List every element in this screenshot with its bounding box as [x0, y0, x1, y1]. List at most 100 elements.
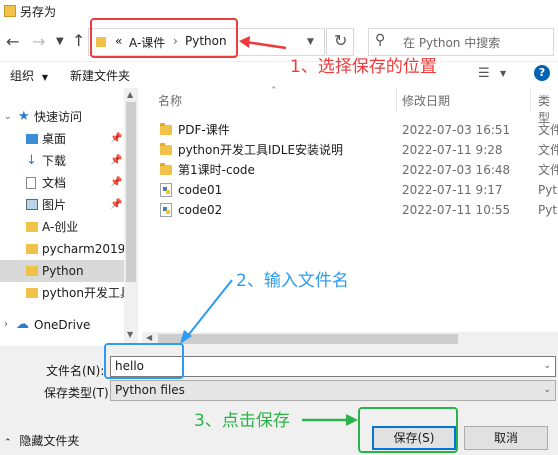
file-type: 文件: [538, 143, 558, 157]
scroll-up-icon[interactable]: ▲: [127, 90, 133, 99]
sidebar-item-python[interactable]: Python: [0, 260, 124, 282]
hide-folders-label: 隐藏文件夹: [19, 434, 80, 448]
column-divider[interactable]: [530, 88, 531, 112]
file-row[interactable]: 第1课时-code 2022-07-03 16:48 文件: [146, 160, 558, 180]
file-modified: 2022-07-11 9:28: [402, 143, 503, 157]
file-row[interactable]: PDF-课件 2022-07-03 16:51 文件: [146, 120, 558, 140]
folder-icon: [26, 288, 38, 298]
file-modified: 2022-07-11 9:17: [402, 183, 503, 197]
annotation-box-filename: [104, 343, 184, 379]
filename-dropdown-icon[interactable]: ⌄: [543, 357, 551, 376]
folder-icon: [26, 266, 38, 276]
window-title: 另存为: [20, 5, 57, 19]
folder-icon: [26, 244, 38, 254]
star-icon: ★: [18, 109, 30, 124]
sidebar-item-label: 文档: [42, 176, 67, 190]
file-name: PDF-课件: [178, 123, 230, 137]
column-divider[interactable]: [396, 88, 397, 112]
sidebar-item-label: 桌面: [42, 132, 67, 146]
chevron-right-icon: ›: [4, 319, 8, 330]
chevron-down-icon: ▼: [41, 73, 48, 82]
sidebar-item-python-tools[interactable]: python开发工具: [0, 282, 124, 304]
annotation-step2: 2、输入文件名: [236, 271, 349, 291]
annotation-arrow-location: [239, 36, 287, 50]
document-icon: [26, 177, 36, 189]
annotation-step3: 3、点击保存: [194, 411, 290, 431]
download-icon: ↓: [26, 153, 37, 168]
picture-icon: [26, 199, 38, 210]
filetype-dropdown-icon[interactable]: ⌄: [543, 381, 551, 400]
up-arrow-icon[interactable]: ↑: [72, 33, 85, 49]
scroll-left-icon[interactable]: ◀: [146, 333, 152, 342]
sidebar-quick-access[interactable]: ⌄ ★ 快速访问: [0, 106, 124, 128]
save-form: 文件名(N): hello ⌄ 保存类型(T): Python files ⌄ …: [0, 346, 558, 455]
sidebar-scrollbar[interactable]: ▲ ▼: [124, 88, 138, 343]
refresh-icon: ↻: [334, 31, 348, 50]
search-icon: ⚲: [375, 32, 386, 48]
annotation-box-save: [358, 407, 458, 453]
back-arrow-icon[interactable]: ←: [6, 34, 19, 50]
folder-icon: [160, 163, 172, 175]
cancel-button[interactable]: 取消: [464, 426, 548, 450]
folder-icon: [160, 123, 172, 135]
pin-icon[interactable]: 📌: [110, 128, 122, 150]
python-file-icon: [160, 183, 172, 197]
command-bar: 组织 ▼ 新建文件夹 ☰ ▼ ?: [0, 62, 558, 88]
sidebar-item-documents[interactable]: 文档 📌: [0, 172, 124, 194]
filetype-value: Python files: [115, 383, 185, 397]
folder-icon: [26, 222, 38, 232]
file-name: code01: [178, 183, 223, 197]
sidebar-item-pictures[interactable]: 图片 📌: [0, 194, 124, 216]
file-name: code02: [178, 203, 223, 217]
search-placeholder: 在 Python 中搜索: [403, 36, 501, 50]
file-type: Pyth: [538, 183, 558, 197]
scroll-thumb[interactable]: [126, 102, 136, 282]
sidebar-item-label: 下载: [42, 154, 67, 168]
view-chevron-icon[interactable]: ▼: [500, 69, 506, 78]
file-type: 文件: [538, 163, 558, 177]
sidebar-item-pycharm[interactable]: pycharm2019.3: [0, 238, 124, 260]
sidebar-item-desktop[interactable]: 桌面 📌: [0, 128, 124, 150]
sidebar-item-label: Python: [42, 264, 84, 278]
column-header-modified[interactable]: 修改日期: [402, 92, 450, 109]
file-row[interactable]: code01 2022-07-11 9:17 Pyth: [146, 180, 558, 200]
scroll-down-icon[interactable]: ▼: [127, 330, 133, 339]
hide-folders-toggle[interactable]: ⌃ 隐藏文件夹: [4, 432, 79, 449]
sort-arrow-icon: ⌃: [270, 86, 278, 96]
annotation-arrow-save: [302, 414, 358, 426]
filetype-select[interactable]: Python files ⌄: [110, 380, 556, 401]
dropdown-chevron-icon[interactable]: ▼: [56, 34, 64, 50]
file-name: python开发工具IDLE安装说明: [178, 143, 344, 157]
pin-icon[interactable]: 📌: [110, 194, 122, 216]
file-name: 第1课时-code: [178, 163, 255, 177]
sidebar-item-a-chuangye[interactable]: A-创业: [0, 216, 124, 238]
view-options-icon[interactable]: ☰: [478, 66, 490, 81]
pin-icon[interactable]: 📌: [110, 150, 122, 172]
title-bar: 另存为: [0, 0, 558, 22]
annotation-step1: 1、选择保存的位置: [290, 57, 437, 77]
sidebar-item-downloads[interactable]: ↓ 下载 📌: [0, 150, 124, 172]
desktop-icon: [26, 134, 38, 144]
column-header-name[interactable]: 名称: [158, 92, 182, 109]
file-row[interactable]: python开发工具IDLE安装说明 2022-07-11 9:28 文件: [146, 140, 558, 160]
forward-arrow-icon[interactable]: →: [32, 34, 45, 50]
file-type: 文件: [538, 123, 558, 137]
folder-icon: [160, 143, 172, 155]
file-modified: 2022-07-03 16:48: [402, 163, 511, 177]
filetype-label: 保存类型(T):: [44, 386, 113, 400]
file-row[interactable]: code02 2022-07-11 10:55 Pyth: [146, 200, 558, 220]
sidebar-item-label: python开发工具: [42, 286, 124, 300]
address-dropdown-icon[interactable]: ▼: [307, 37, 314, 47]
help-icon[interactable]: ?: [534, 65, 550, 81]
new-folder-button[interactable]: 新建文件夹: [70, 67, 130, 84]
organize-button[interactable]: 组织 ▼: [10, 67, 48, 84]
cloud-icon: ☁: [16, 317, 29, 332]
pin-icon[interactable]: 📌: [110, 172, 122, 194]
sidebar-item-onedrive[interactable]: › ☁ OneDrive: [0, 314, 124, 336]
sidebar-item-label: pycharm2019.3: [42, 242, 124, 256]
annotation-arrow-filename: [180, 279, 233, 344]
sidebar-item-label: OneDrive: [34, 318, 91, 332]
file-modified: 2022-07-11 10:55: [402, 203, 511, 217]
file-modified: 2022-07-03 16:51: [402, 123, 511, 137]
sidebar-item-label: 快速访问: [34, 110, 83, 124]
